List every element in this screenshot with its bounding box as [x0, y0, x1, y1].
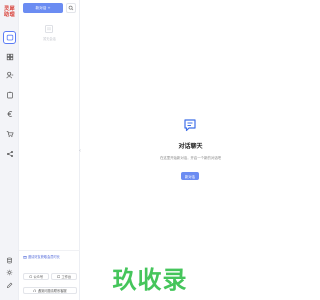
rail-share-button[interactable]: [3, 147, 16, 160]
grid-icon: [6, 53, 13, 60]
main-area: 对话聊天 在这里开始新对话，开启一个新的对话吧 新对话: [81, 0, 300, 300]
nav-rail: 灵犀 助理: [0, 0, 19, 300]
rail-shop-button[interactable]: [3, 127, 16, 140]
chat-bubble-icon: [6, 34, 13, 40]
watermark-text: 玖收录: [112, 266, 188, 294]
empty-list-icon: [45, 25, 53, 33]
chat-title: 对话聊天: [178, 143, 203, 150]
invite-text: 邀请好友获取会员时长: [28, 255, 60, 259]
user-icon: [5, 71, 13, 78]
rail-finance-button[interactable]: [3, 107, 16, 120]
search-button[interactable]: [66, 3, 76, 13]
invite-link[interactable]: 邀请好友获取会员时长: [23, 253, 79, 260]
rail-apps-button[interactable]: [3, 50, 16, 63]
rail-clipboard-button[interactable]: [3, 88, 16, 101]
chat-icon: [184, 119, 196, 132]
start-chat-button[interactable]: 新对话: [181, 172, 199, 180]
gift-icon: [23, 255, 27, 259]
cart-icon: [6, 130, 14, 137]
panel-divider: [19, 250, 80, 251]
new-chat-button[interactable]: 新对话 +: [23, 3, 63, 13]
rail-chat-button[interactable]: [3, 31, 16, 44]
search-icon: [68, 5, 74, 11]
clipboard-icon: [6, 91, 13, 98]
empty-list-text: 暂无会话: [43, 37, 56, 41]
euro-icon: [7, 110, 12, 117]
share-icon: [6, 150, 13, 157]
rail-user-button[interactable]: [3, 68, 16, 81]
conversation-panel: 新对话 + 暂无会话 邀请好友获取会员时长 公众号 工作台 遇到问题请联系客服: [19, 0, 80, 300]
logo-text-bottom: 助理: [4, 11, 15, 18]
app-logo[interactable]: 灵犀 助理: [2, 4, 17, 19]
chat-description: 在这里开始新对话，开启一个新的对话吧: [159, 156, 222, 160]
